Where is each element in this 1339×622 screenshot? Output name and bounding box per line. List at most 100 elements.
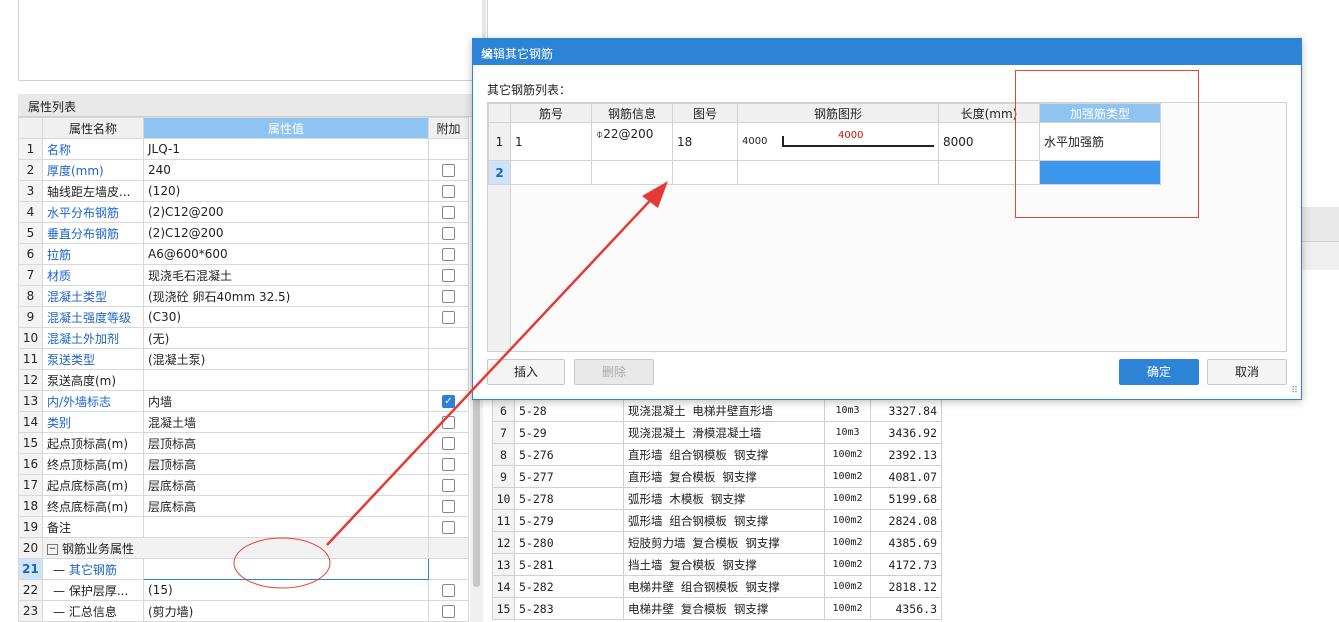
property-value[interactable]: (C30) [143,306,429,328]
property-value[interactable]: 内墙 [143,390,429,412]
quota-row[interactable]: 12 5-280 短肢剪力墙 复合模板 钢支撑 100m2 4385.69 [492,531,942,554]
property-row[interactable]: 9 混凝土强度等级 (C30) [18,306,469,328]
property-row[interactable]: 18 终点底标高(m) 层底标高 [18,495,469,517]
property-row[interactable]: 15 起点顶标高(m) 层顶标高 [18,432,469,454]
ok-button[interactable]: 确定 [1119,359,1199,385]
property-value[interactable] [143,516,429,538]
extra-cell[interactable] [428,579,469,601]
quota-name[interactable]: 弧形墙 组合钢模板 钢支撑 [623,509,825,532]
property-value[interactable] [143,369,429,391]
bar-number-cell[interactable]: 1 [510,122,592,161]
property-row[interactable]: 7 材质 现浇毛石混凝土 [18,264,469,286]
extra-cell[interactable] [428,180,469,202]
quota-row[interactable]: 6 5-28 现浇混凝土 电梯井壁直形墙 10m3 3327.84 [492,399,942,422]
property-value[interactable]: 层顶标高 [143,453,429,475]
quota-name[interactable]: 直形墙 复合模板 钢支撑 [623,465,825,488]
property-row[interactable]: 17 起点底标高(m) 层底标高 [18,474,469,496]
attach-checkbox[interactable] [442,206,455,219]
property-value[interactable]: (2)C12@200 [143,201,429,223]
extra-cell[interactable] [428,432,469,454]
quota-code[interactable]: 5-28 [514,399,624,422]
property-value[interactable]: 现浇毛石混凝土 [143,264,429,286]
property-row[interactable]: 4 水平分布钢筋 (2)C12@200 [18,201,469,223]
property-value[interactable]: (15) [143,579,429,601]
attach-checkbox[interactable] [442,416,455,429]
attach-checkbox[interactable] [442,185,455,198]
collapse-icon[interactable]: − [47,543,58,555]
quota-code[interactable]: 5-29 [514,421,624,444]
quota-row[interactable]: 14 5-282 电梯井壁 组合钢模板 钢支撑 100m2 2818.12 [492,575,942,598]
property-value[interactable]: (120) [143,180,429,202]
extra-cell[interactable] [428,474,469,496]
quota-code[interactable]: 5-281 [514,553,624,576]
quota-row[interactable]: 15 5-283 电梯井壁 复合模板 钢支撑 100m2 4356.3 [492,597,942,620]
quota-row[interactable]: 7 5-29 现浇混凝土 滑模混凝土墙 10m3 3436.92 [492,421,942,444]
property-value[interactable]: (无) [143,327,429,349]
dialog-title-bar[interactable]: 编辑其它钢筋 × [473,39,1301,65]
property-row[interactable]: 11 泵送类型 (混凝土泵) [18,348,469,370]
attach-checkbox[interactable] [442,458,455,471]
property-row[interactable]: 16 终点顶标高(m) 层顶标高 [18,453,469,475]
attach-checkbox[interactable] [442,479,455,492]
quota-name[interactable]: 弧形墙 木模板 钢支撑 [623,487,825,510]
rebar-info-cell[interactable] [591,160,673,185]
property-value[interactable]: (混凝土泵) [143,348,429,370]
quota-code[interactable]: 5-279 [514,509,624,532]
quota-code[interactable]: 5-280 [514,531,624,554]
extra-cell[interactable] [428,516,469,538]
property-row[interactable]: 21— 其它钢筋 [18,558,469,580]
resize-grip-icon[interactable]: ⠿ [1291,386,1298,396]
property-row[interactable]: 10 混凝土外加剂 (无) [18,327,469,349]
rebar-shape-cell[interactable]: 4000 4000 [737,122,939,161]
attach-checkbox[interactable] [442,311,455,324]
property-value[interactable]: 层底标高 [143,495,429,517]
property-row[interactable]: 22— 保护层厚... (15) [18,579,469,601]
extra-cell[interactable] [428,222,469,244]
group-cell[interactable]: − 钢筋业务属性 [42,537,429,559]
extra-cell[interactable] [428,495,469,517]
property-row[interactable]: 6 拉筋 A6@600*600 [18,243,469,265]
extra-cell[interactable]: ✓ [428,390,469,412]
property-row[interactable]: 3 轴线距左墙皮... (120) [18,180,469,202]
attach-checkbox[interactable] [442,227,455,240]
other-rebar-value-field[interactable] [143,558,429,580]
insert-button[interactable]: 插入 [487,359,565,385]
property-row[interactable]: 23— 汇总信息 (剪力墙) [18,600,469,622]
attach-checkbox[interactable] [442,248,455,261]
extra-cell[interactable] [428,369,469,391]
property-row[interactable]: 14 类别 混凝土墙 [18,411,469,433]
quota-name[interactable]: 电梯井壁 组合钢模板 钢支撑 [623,575,825,598]
quota-name[interactable]: 短肢剪力墙 复合模板 钢支撑 [623,531,825,554]
attach-checkbox[interactable] [442,605,455,618]
extra-cell[interactable] [428,600,469,622]
property-row[interactable]: 19 备注 [18,516,469,538]
quota-name[interactable]: 现浇混凝土 滑模混凝土墙 [623,421,825,444]
property-row[interactable]: 8 混凝土类型 (现浇砼 卵石40mm 32.5) [18,285,469,307]
bar-number-cell[interactable] [510,160,592,185]
quota-code[interactable]: 5-278 [514,487,624,510]
extra-cell[interactable] [428,264,469,286]
extra-cell[interactable] [428,306,469,328]
quota-name[interactable]: 挡土墙 复合模板 钢支撑 [623,553,825,576]
attach-checkbox[interactable] [442,500,455,513]
property-value[interactable]: 层顶标高 [143,432,429,454]
property-row[interactable]: 13 内/外墙标志 内墙 ✓ [18,390,469,412]
property-value[interactable]: A6@600*600 [143,243,429,265]
quota-row[interactable]: 13 5-281 挡土墙 复合模板 钢支撑 100m2 4172.73 [492,553,942,576]
figure-number-cell[interactable] [672,160,738,185]
quota-code[interactable]: 5-276 [514,443,624,466]
extra-cell[interactable] [428,411,469,433]
attach-checkbox[interactable] [442,437,455,450]
attach-checkbox[interactable] [442,290,455,303]
extra-cell[interactable] [428,453,469,475]
quota-row[interactable]: 8 5-276 直形墙 组合钢模板 钢支撑 100m2 2392.13 [492,443,942,466]
rebar-info-cell[interactable]: ⌽22@200 [591,122,673,161]
property-row[interactable]: 1 名称 JLQ-1 [18,138,469,160]
extra-cell[interactable] [428,159,469,181]
quota-row[interactable]: 11 5-279 弧形墙 组合钢模板 钢支撑 100m2 2824.08 [492,509,942,532]
attach-checkbox[interactable]: ✓ [442,395,455,408]
quota-row[interactable]: 9 5-277 直形墙 复合模板 钢支撑 100m2 4081.07 [492,465,942,488]
shape-main-dimension[interactable]: 4000 [838,130,863,141]
attach-checkbox[interactable] [442,521,455,534]
rebar-shape-cell[interactable] [737,160,939,185]
